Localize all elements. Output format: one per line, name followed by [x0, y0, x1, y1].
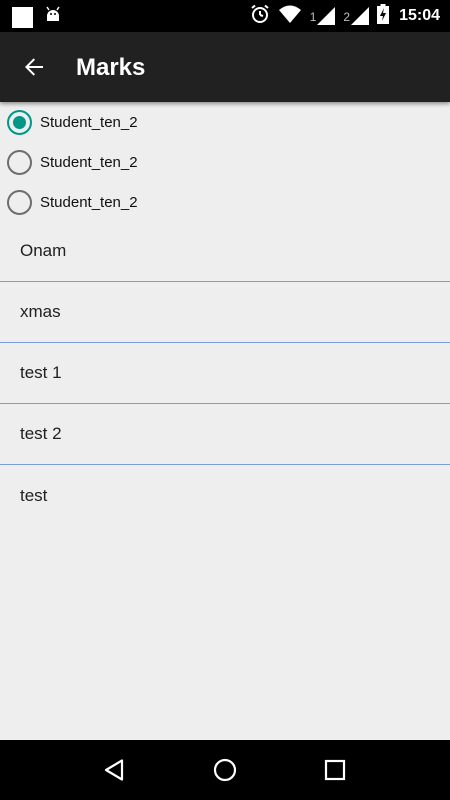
sim2-signal: 2 — [343, 7, 370, 25]
list-item-test-1[interactable]: test 1 — [0, 343, 450, 404]
student-label: Student_ten_2 — [40, 113, 138, 131]
sim1-label: 1 — [309, 10, 317, 24]
nav-home-button[interactable] — [205, 750, 245, 790]
list-item-test-2[interactable]: test 2 — [0, 404, 450, 465]
signal-icon — [317, 7, 336, 25]
alarm-icon — [250, 4, 270, 29]
page-title: Marks — [76, 54, 146, 81]
clock: 15:04 — [399, 7, 440, 24]
exam-list: Onam xmas test 1 test 2 test — [0, 221, 450, 526]
radio-dot — [13, 115, 26, 129]
student-radio-3[interactable]: Student_ten_2 — [0, 182, 450, 222]
app-bar: Marks — [0, 32, 450, 102]
sim2-label: 2 — [343, 10, 351, 24]
radio-unchecked-icon[interactable] — [7, 189, 32, 215]
android-debug-icon — [43, 5, 63, 30]
triangle-back-icon — [104, 759, 124, 781]
student-label: Student_ten_2 — [40, 193, 138, 211]
list-item-onam[interactable]: Onam — [0, 221, 450, 282]
student-radio-2[interactable]: Student_ten_2 — [0, 142, 450, 182]
status-bar: 1 2 15:04 — [0, 0, 450, 32]
back-button[interactable] — [16, 49, 52, 85]
arrow-left-icon — [25, 58, 43, 76]
navigation-bar — [0, 740, 450, 800]
list-item-xmas[interactable]: xmas — [0, 282, 450, 343]
radio-unchecked-icon[interactable] — [7, 149, 32, 175]
list-item-test[interactable]: test — [0, 465, 450, 526]
circle-home-icon — [213, 758, 237, 782]
radio-checked-icon[interactable] — [7, 109, 32, 135]
wifi-icon — [278, 4, 302, 29]
sim1-signal: 1 — [310, 7, 336, 25]
student-radio-1[interactable]: Student_ten_2 — [0, 102, 450, 142]
square-recents-icon — [324, 759, 346, 781]
nav-back-button[interactable] — [95, 750, 135, 790]
battery-charging-icon — [377, 3, 390, 29]
student-label: Student_ten_2 — [40, 153, 138, 171]
signal-icon — [351, 7, 370, 25]
student-radio-group: Student_ten_2 Student_ten_2 Student_ten_… — [0, 102, 450, 222]
notification-icon — [12, 7, 33, 28]
nav-recents-button[interactable] — [315, 750, 355, 790]
